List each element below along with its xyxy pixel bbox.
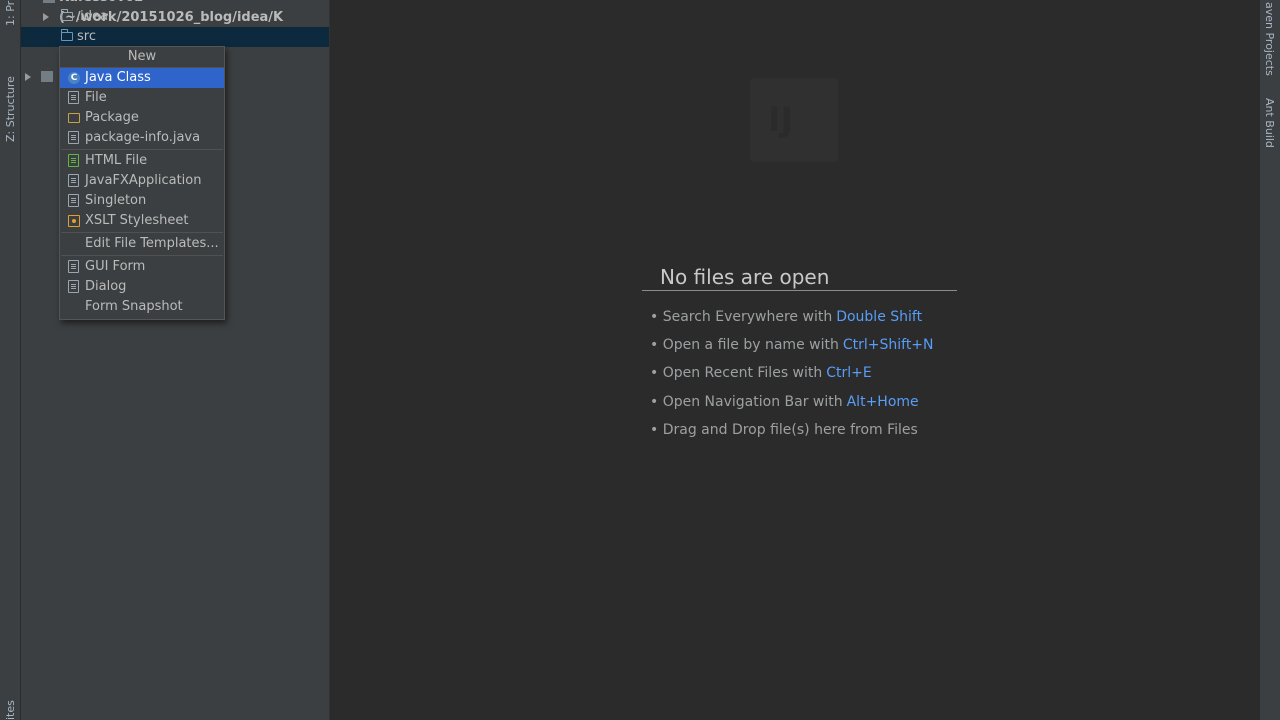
- java-file-icon: [68, 194, 79, 207]
- menu-item-label: Singleton: [85, 193, 147, 208]
- hint-recent-files: • Open Recent Files with Ctrl+E: [650, 365, 872, 381]
- hint-text: • Search Everywhere with: [650, 309, 833, 325]
- structure-tool-tab[interactable]: Z: Structure: [4, 76, 17, 142]
- hint-text: • Open Navigation Bar with: [650, 394, 843, 410]
- editor-area: IJ No files are open • Search Everywhere…: [330, 0, 1259, 720]
- menu-item-java-class[interactable]: C Java Class: [60, 68, 224, 88]
- menu-item-gui-form[interactable]: GUI Form: [60, 257, 224, 277]
- source-folder-icon: [61, 29, 73, 41]
- shortcut-key: Double Shift: [836, 309, 923, 325]
- right-tool-strip: aven Projects Ant Build: [1259, 0, 1280, 720]
- menu-item-label: XSLT Stylesheet: [85, 213, 189, 228]
- tree-item-label: src: [77, 29, 96, 44]
- java-class-icon: C: [68, 72, 80, 84]
- folder-icon: [61, 9, 73, 21]
- menu-item-label: File: [85, 90, 107, 105]
- menu-item-label: Form Snapshot: [85, 299, 183, 314]
- menu-item-package[interactable]: Package: [60, 108, 224, 128]
- java-file-icon: [68, 131, 79, 144]
- xslt-icon: [68, 215, 80, 227]
- expand-arrow-icon[interactable]: [43, 13, 49, 21]
- hint-text: • Open a file by name with: [650, 337, 839, 353]
- form-icon: [68, 260, 79, 273]
- tree-item-src[interactable]: src: [21, 27, 329, 47]
- menu-header: New: [60, 47, 224, 68]
- menu-item-form-snapshot[interactable]: Form Snapshot: [60, 297, 224, 317]
- module-icon: [43, 0, 55, 3]
- shortcut-key: Alt+Home: [846, 394, 919, 410]
- menu-separator: [61, 232, 223, 233]
- hint-open-file: • Open a file by name with Ctrl+Shift+N: [650, 337, 934, 353]
- new-context-menu: New C Java Class File Package package-in…: [59, 46, 225, 320]
- menu-item-label: JavaFXApplication: [85, 173, 202, 188]
- logo-text: IJ: [768, 100, 794, 140]
- maven-projects-tool-tab[interactable]: aven Projects: [1263, 2, 1276, 76]
- java-file-icon: [68, 174, 79, 187]
- shortcut-key: Ctrl+Shift+N: [842, 337, 934, 353]
- expand-arrow-icon[interactable]: [25, 73, 31, 81]
- menu-item-package-info[interactable]: package-info.java: [60, 128, 224, 148]
- html-file-icon: [68, 154, 79, 167]
- tree-item-label: .idea: [76, 9, 108, 24]
- menu-item-xslt-stylesheet[interactable]: XSLT Stylesheet: [60, 211, 224, 231]
- menu-item-label: Dialog: [85, 279, 127, 294]
- package-icon: [68, 113, 80, 123]
- library-icon: [41, 71, 53, 82]
- menu-item-dialog[interactable]: Dialog: [60, 277, 224, 297]
- intellij-logo: IJ: [750, 78, 838, 162]
- menu-item-singleton[interactable]: Singleton: [60, 191, 224, 211]
- ant-build-tool-tab[interactable]: Ant Build: [1263, 98, 1276, 148]
- hint-text: • Drag and Drop file(s) here from Files: [650, 422, 918, 438]
- menu-item-label: Package: [85, 110, 139, 125]
- hint-search-everywhere: • Search Everywhere with Double Shift: [650, 309, 922, 325]
- menu-item-edit-file-templates[interactable]: Edit File Templates...: [60, 234, 224, 254]
- left-tool-strip: 1: Pr Z: Structure ites: [0, 0, 21, 720]
- menu-separator: [61, 255, 223, 256]
- hint-drag-drop: • Drag and Drop file(s) here from Files: [650, 422, 918, 438]
- tree-item-idea[interactable]: .idea: [21, 7, 329, 27]
- menu-item-label: Java Class: [85, 70, 151, 85]
- empty-editor-title: No files are open: [660, 265, 830, 289]
- menu-item-html-file[interactable]: HTML File: [60, 151, 224, 171]
- hint-navigation-bar: • Open Navigation Bar with Alt+Home: [650, 394, 919, 410]
- menu-item-label: package-info.java: [85, 130, 201, 145]
- hint-text: • Open Recent Files with: [650, 365, 823, 381]
- file-icon: [68, 91, 79, 104]
- menu-item-label: HTML File: [85, 153, 148, 168]
- menu-item-file[interactable]: File: [60, 88, 224, 108]
- menu-item-label: Edit File Templates...: [85, 236, 219, 251]
- menu-item-javafx-application[interactable]: JavaFXApplication: [60, 171, 224, 191]
- menu-item-label: GUI Form: [85, 259, 146, 274]
- favorites-tool-tab[interactable]: ites: [4, 700, 17, 720]
- shortcut-key: Ctrl+E: [826, 365, 872, 381]
- dialog-icon: [68, 280, 79, 293]
- title-divider: [642, 290, 957, 291]
- menu-separator: [61, 149, 223, 150]
- project-tool-tab[interactable]: 1: Pr: [4, 1, 17, 26]
